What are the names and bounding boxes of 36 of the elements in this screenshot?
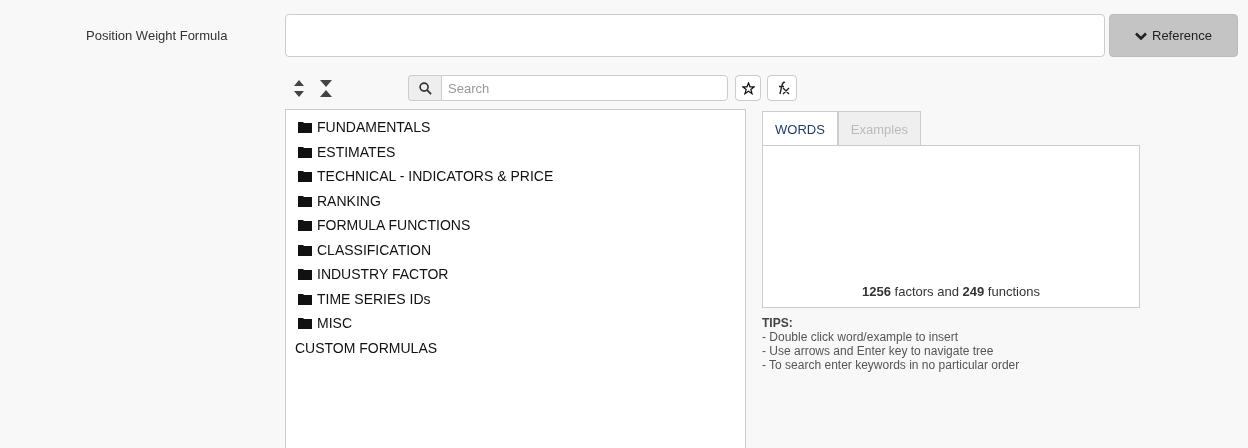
folder-icon	[298, 219, 312, 232]
tree-item[interactable]: RANKING	[298, 188, 745, 213]
folder-icon	[298, 243, 312, 256]
tab[interactable]: WORDS	[762, 111, 838, 145]
tree-item[interactable]: TECHNICAL - INDICATORS & PRICE	[298, 164, 745, 189]
favorites-button[interactable]	[735, 75, 761, 101]
reference-button[interactable]: Reference	[1109, 14, 1238, 57]
tree-item[interactable]: ESTIMATES	[298, 139, 745, 164]
field-label: Position Weight Formula	[85, 28, 229, 43]
function-button[interactable]	[767, 75, 797, 101]
folder-icon	[298, 194, 312, 207]
count-text: 1256 factors and 249 functions	[862, 284, 1040, 299]
folder-icon	[298, 121, 312, 134]
tree-item[interactable]: FORMULA FUNCTIONS	[298, 213, 745, 238]
tips-title: TIPS:	[762, 316, 794, 330]
tree-item[interactable]: INDUSTRY FACTOR	[298, 262, 745, 287]
chevron-down-icon	[1135, 31, 1147, 40]
collapse-icon[interactable]	[320, 79, 332, 97]
search-icon	[418, 81, 432, 95]
folder-icon	[298, 145, 312, 158]
folder-icon	[298, 317, 312, 330]
tip-text: - Double click word/example to insert	[762, 330, 960, 344]
folder-icon	[298, 268, 312, 281]
folder-icon	[298, 292, 312, 305]
tree-item[interactable]: TIME SERIES IDs	[298, 286, 745, 311]
formula-input[interactable]	[285, 14, 1105, 57]
sort-icon[interactable]	[294, 79, 304, 97]
tree-item[interactable]: CLASSIFICATION	[298, 237, 745, 262]
tip-text: - To search enter keywords in no particular order	[762, 358, 1021, 372]
tree-item[interactable]: CUSTOM FORMULAS	[295, 335, 745, 360]
tree-item[interactable]: MISC	[298, 311, 745, 336]
star-icon	[741, 81, 755, 95]
tip-text: - Use arrows and Enter key to navigate tree	[762, 344, 995, 358]
tree-item[interactable]: FUNDAMENTALS	[298, 115, 745, 140]
folder-icon	[298, 170, 312, 183]
search-field[interactable]: Search	[441, 75, 728, 101]
